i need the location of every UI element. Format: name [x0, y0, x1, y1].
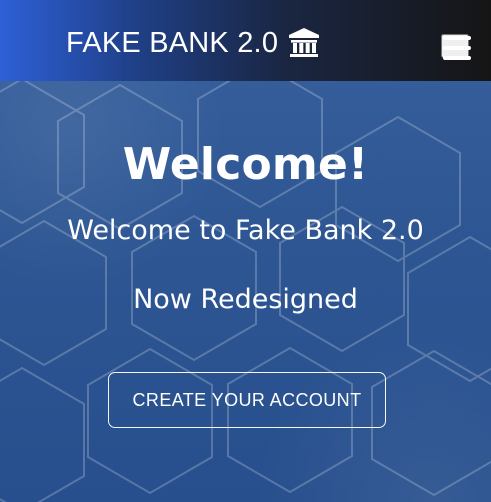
hamburger-menu-button[interactable]: [441, 34, 471, 60]
hero-section: Welcome! Welcome to Fake Bank 2.0 Now Re…: [0, 81, 491, 502]
top-navbar: FAKE BANK 2.0: [0, 0, 491, 81]
welcome-content: Welcome! Welcome to Fake Bank 2.0 Now Re…: [0, 81, 491, 502]
hamburger-menu-icon-line-middle: [443, 46, 471, 50]
brand-name: FAKE BANK 2.0: [66, 27, 279, 59]
welcome-heading: Welcome!: [122, 139, 369, 190]
bank-icon: [289, 28, 320, 57]
fake-bank-page: FAKE BANK 2.0 Welcome! Welcome to Fake B…: [0, 0, 491, 502]
redesign-tagline: Now Redesigned: [133, 284, 358, 315]
welcome-subheading: Welcome to Fake Bank 2.0: [67, 215, 424, 246]
hamburger-menu-icon-line-top: [443, 36, 471, 40]
brand-link[interactable]: FAKE BANK 2.0: [66, 26, 321, 60]
create-account-button[interactable]: CREATE YOUR ACCOUNT: [108, 372, 386, 428]
hamburger-menu-icon-line-bottom: [443, 56, 471, 60]
